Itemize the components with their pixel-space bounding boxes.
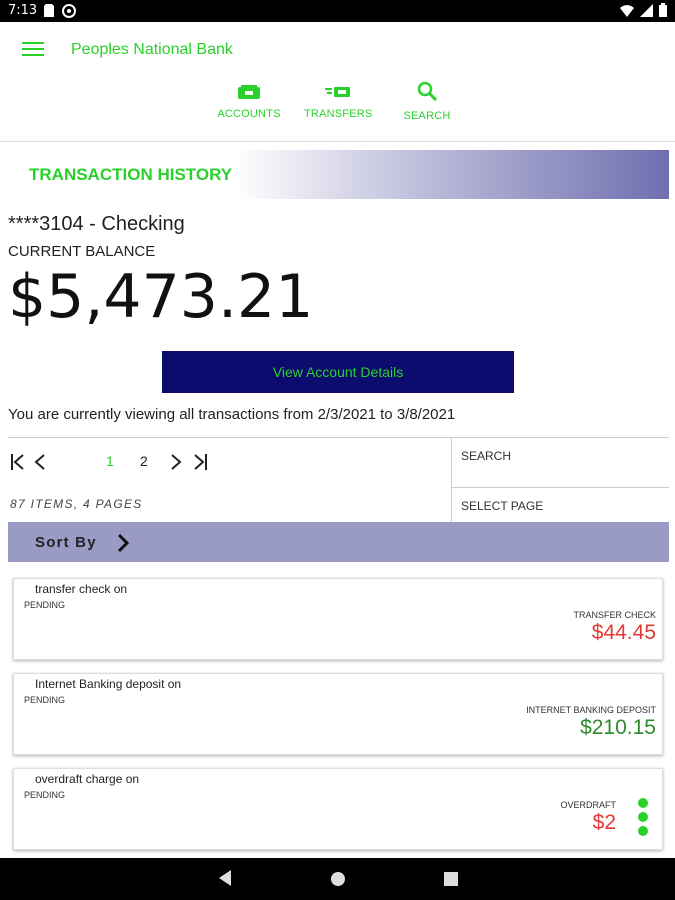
status-bar: 7:13: [0, 0, 675, 22]
chevron-right-icon: [117, 533, 130, 553]
transaction-amount: $2: [592, 811, 616, 834]
accounts-icon: [238, 85, 260, 99]
status-time: 7:13: [8, 3, 38, 18]
search-icon: [417, 81, 438, 102]
transaction-status: PENDING: [24, 600, 66, 610]
select-page-dropdown[interactable]: SELECT PAGE: [461, 499, 543, 513]
transaction-card[interactable]: overdraft charge on PENDING OVERDRAFT $2: [13, 768, 663, 850]
nav-search[interactable]: SEARCH: [403, 81, 451, 124]
transfers-icon: [325, 87, 350, 97]
transaction-card[interactable]: transfer check on PENDING TRANSFER CHECK…: [13, 578, 663, 660]
menu-button[interactable]: [22, 42, 44, 60]
page-link-2[interactable]: 2: [140, 453, 148, 469]
transaction-type: INTERNET BANKING DEPOSIT: [526, 705, 656, 715]
more-options-icon[interactable]: [626, 795, 660, 845]
pager-vertical-divider: [451, 437, 452, 523]
view-account-details-button[interactable]: View Account Details: [162, 351, 514, 393]
account-name: ****3104 - Checking: [8, 213, 185, 235]
back-icon[interactable]: [217, 869, 233, 887]
date-range-text: You are currently viewing all transactio…: [8, 406, 456, 423]
page-title: TRANSACTION HISTORY: [29, 165, 233, 184]
system-nav-bar: [0, 858, 675, 900]
items-count: 87 ITEMS, 4 PAGES: [10, 497, 143, 511]
home-icon[interactable]: [330, 871, 346, 887]
transaction-type: TRANSFER CHECK: [573, 610, 656, 620]
nav-accounts[interactable]: ACCOUNTS: [216, 84, 282, 122]
sort-by-bar[interactable]: Sort By: [8, 522, 669, 562]
battery-icon: [659, 3, 667, 17]
wifi-icon: [620, 4, 634, 17]
next-page-icon[interactable]: [170, 453, 182, 471]
pager-right-divider: [451, 487, 669, 488]
pager-search-field[interactable]: SEARCH: [461, 449, 511, 463]
transaction-amount: $44.45: [591, 621, 656, 644]
first-page-icon[interactable]: [10, 453, 26, 471]
bank-name: Peoples National Bank: [71, 41, 233, 58]
page-link-1[interactable]: 1: [106, 453, 114, 469]
last-page-icon[interactable]: [192, 453, 208, 471]
transaction-status: PENDING: [24, 695, 66, 705]
signal-icon: [640, 3, 653, 17]
current-balance: $5,473.21: [8, 262, 314, 332]
transaction-status: PENDING: [24, 790, 66, 800]
balance-label: CURRENT BALANCE: [8, 243, 156, 260]
nav-transfers[interactable]: TRANSFERS: [304, 84, 372, 122]
transaction-card[interactable]: Internet Banking deposit on PENDING INTE…: [13, 673, 663, 755]
pager-divider: [8, 437, 669, 438]
sd-card-icon: [44, 4, 54, 17]
previous-page-icon[interactable]: [34, 453, 46, 471]
top-nav: ACCOUNTS TRANSFERS SEARCH: [0, 81, 675, 134]
transaction-description: Internet Banking deposit on: [35, 677, 182, 691]
vpn-key-icon: [62, 4, 76, 18]
transaction-type: OVERDRAFT: [560, 800, 616, 810]
app-bar: Peoples National Bank ACCOUNTS TRANSFERS: [0, 22, 675, 142]
transaction-description: transfer check on: [35, 582, 128, 596]
recents-icon[interactable]: [443, 871, 459, 887]
page-banner: TRANSACTION HISTORY: [0, 150, 669, 199]
transaction-description: overdraft charge on: [35, 772, 140, 786]
sort-by-label: Sort By: [35, 534, 97, 551]
pager: 1 2: [8, 445, 448, 481]
transaction-amount: $210.15: [580, 716, 656, 739]
